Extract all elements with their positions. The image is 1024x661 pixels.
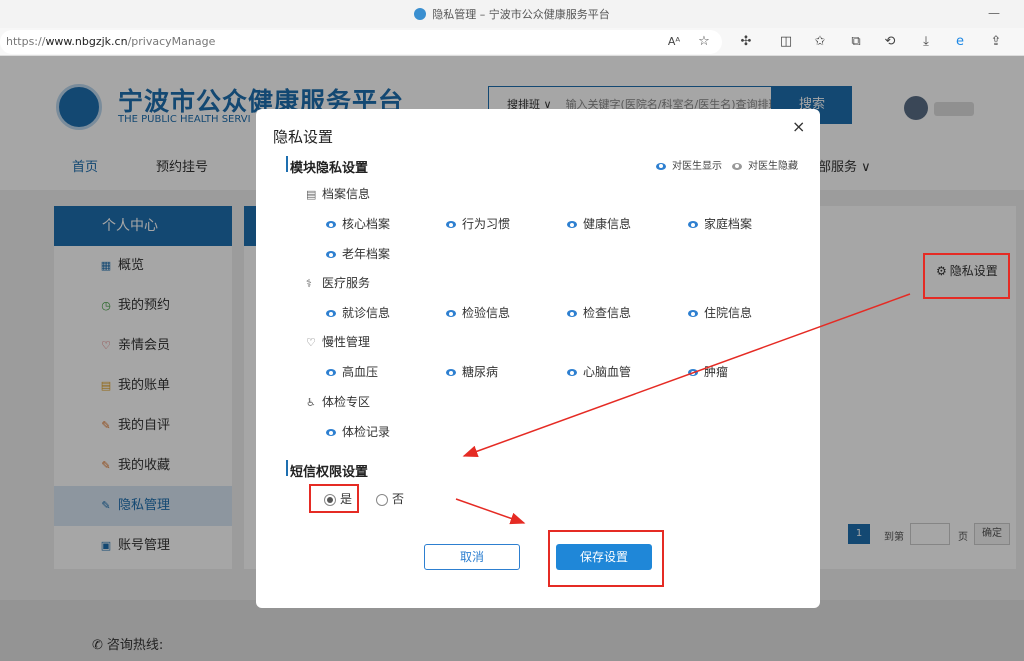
arrow-to-sms [462, 293, 911, 458]
annotation-arrows [455, 293, 911, 525]
arrow-to-save [455, 498, 526, 525]
